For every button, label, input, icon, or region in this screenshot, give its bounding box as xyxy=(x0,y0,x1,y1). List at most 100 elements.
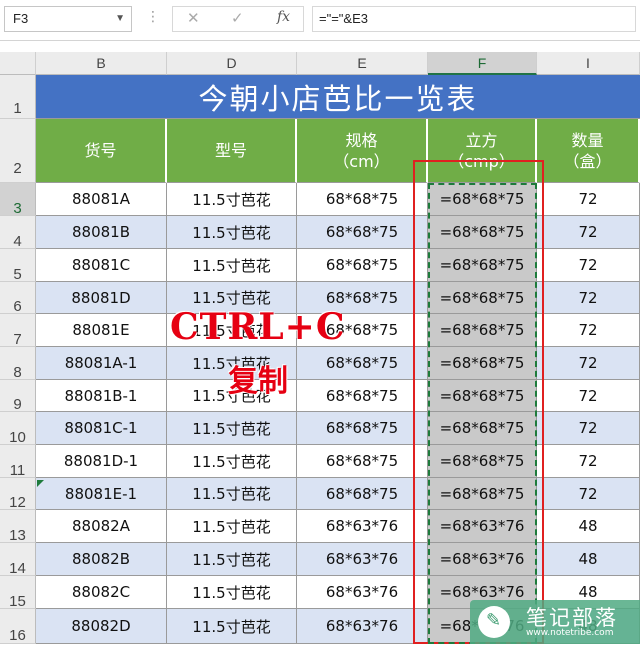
table-cell[interactable]: 11.5寸芭花 xyxy=(167,609,297,644)
table-cell[interactable]: 68*68*75 xyxy=(297,478,428,510)
table-cell[interactable]: =68*68*75 xyxy=(428,445,537,478)
table-cell[interactable]: =68*68*75 xyxy=(428,216,537,249)
row-header-10[interactable]: 10 xyxy=(0,412,36,446)
table-cell[interactable]: 11.5寸芭花 xyxy=(167,445,297,478)
table-cell[interactable]: 72 xyxy=(537,314,640,347)
table-cell[interactable]: 88081A-1 xyxy=(36,347,167,380)
formula-input[interactable]: ="="&E3 xyxy=(312,6,636,32)
table-cell[interactable]: 88081C xyxy=(36,249,167,282)
header-label: 货号 xyxy=(84,141,117,160)
table-cell[interactable]: 68*68*75 xyxy=(297,249,428,282)
row-header-13[interactable]: 13 xyxy=(0,510,36,544)
table-cell[interactable]: =68*63*76 xyxy=(428,543,537,576)
row-header-15[interactable]: 15 xyxy=(0,576,36,610)
table-cell[interactable]: =68*68*75 xyxy=(428,183,537,216)
table-cell[interactable]: 11.5寸芭花 xyxy=(167,412,297,445)
row-header-16[interactable]: 16 xyxy=(0,609,36,644)
row-header-4[interactable]: 4 xyxy=(0,216,36,250)
chevron-down-icon[interactable]: ▼ xyxy=(115,7,125,31)
table-cell[interactable]: 48 xyxy=(537,543,640,576)
column-header-b[interactable]: B xyxy=(36,52,167,75)
row-header-3[interactable]: 3 xyxy=(0,183,36,217)
table-cell[interactable]: 88081D xyxy=(36,282,167,314)
table-cell[interactable]: 11.5寸芭花 xyxy=(167,543,297,576)
table-cell[interactable]: 88081E xyxy=(36,314,167,347)
table-cell[interactable]: 68*63*76 xyxy=(297,609,428,644)
row-header-12[interactable]: 12 xyxy=(0,478,36,511)
cancel-icon[interactable]: ✕ xyxy=(187,9,200,27)
header-cell[interactable]: 立方 （cmp） xyxy=(428,119,537,183)
table-cell[interactable]: 11.5寸芭花 xyxy=(167,478,297,510)
table-cell[interactable]: 68*63*76 xyxy=(297,543,428,576)
formula-buttons: ✕ ✓ fx xyxy=(172,6,304,32)
table-cell[interactable]: 11.5寸芭花 xyxy=(167,216,297,249)
table-cell[interactable]: 72 xyxy=(537,347,640,380)
table-cell[interactable]: 88081D-1 xyxy=(36,445,167,478)
table-cell[interactable]: 88081E-1 xyxy=(36,478,167,510)
table-cell[interactable]: 68*68*75 xyxy=(297,412,428,445)
table-cell[interactable]: 48 xyxy=(537,510,640,543)
name-box[interactable]: F3 ▼ xyxy=(4,6,132,32)
table-cell[interactable]: 68*68*75 xyxy=(297,183,428,216)
column-header-d[interactable]: D xyxy=(167,52,297,75)
table-cell[interactable]: 68*68*75 xyxy=(297,380,428,412)
table-cell[interactable]: 68*68*75 xyxy=(297,347,428,380)
row-header-7[interactable]: 7 xyxy=(0,314,36,348)
header-cell[interactable]: 规格 （cm） xyxy=(297,119,428,183)
table-cell[interactable]: 11.5寸芭花 xyxy=(167,249,297,282)
watermark-url: www.notetribe.com xyxy=(526,628,614,638)
table-cell[interactable]: 72 xyxy=(537,412,640,445)
table-cell[interactable]: 11.5寸芭花 xyxy=(167,183,297,216)
table-cell[interactable]: 72 xyxy=(537,249,640,282)
table-cell[interactable]: 72 xyxy=(537,282,640,314)
check-icon[interactable]: ✓ xyxy=(231,9,244,27)
select-all-corner[interactable] xyxy=(0,52,36,75)
table-cell[interactable]: =68*68*75 xyxy=(428,412,537,445)
row-header-14[interactable]: 14 xyxy=(0,543,36,577)
row-header-1[interactable]: 1 xyxy=(0,75,36,119)
table-cell[interactable]: =68*68*75 xyxy=(428,380,537,412)
table-cell[interactable]: =68*68*75 xyxy=(428,347,537,380)
table-cell[interactable]: 68*63*76 xyxy=(297,576,428,609)
table-cell[interactable]: =68*63*76 xyxy=(428,510,537,543)
table-cell[interactable]: 68*68*75 xyxy=(297,216,428,249)
column-header-e[interactable]: E xyxy=(297,52,428,75)
annotation-shortcut: CTRL+C xyxy=(170,306,346,348)
sheet-title[interactable]: 今朝小店芭比一览表 xyxy=(36,75,640,119)
table-cell[interactable]: =68*68*75 xyxy=(428,314,537,347)
table-cell[interactable]: 11.5寸芭花 xyxy=(167,510,297,543)
row-header-8[interactable]: 8 xyxy=(0,347,36,381)
column-header-i[interactable]: I xyxy=(537,52,640,75)
table-cell[interactable]: 11.5寸芭花 xyxy=(167,576,297,609)
row-header-2[interactable]: 2 xyxy=(0,119,36,183)
table-cell[interactable]: =68*68*75 xyxy=(428,282,537,314)
table-cell[interactable]: 88082D xyxy=(36,609,167,644)
table-cell[interactable]: 88081B xyxy=(36,216,167,249)
table-cell[interactable]: 72 xyxy=(537,183,640,216)
table-cell[interactable]: 88081A xyxy=(36,183,167,216)
row-header-6[interactable]: 6 xyxy=(0,282,36,315)
row-header-9[interactable]: 9 xyxy=(0,380,36,413)
more-options-icon[interactable]: ⋮ xyxy=(146,9,160,25)
table-cell[interactable]: 88082A xyxy=(36,510,167,543)
table-cell[interactable]: 72 xyxy=(537,216,640,249)
name-box-value: F3 xyxy=(13,11,29,26)
table-cell[interactable]: =68*68*75 xyxy=(428,478,537,510)
insert-function-icon[interactable]: fx xyxy=(277,9,290,25)
table-cell[interactable]: 68*63*76 xyxy=(297,510,428,543)
row-header-5[interactable]: 5 xyxy=(0,249,36,283)
table-cell[interactable]: 88082C xyxy=(36,576,167,609)
table-cell[interactable]: 88082B xyxy=(36,543,167,576)
column-header-f[interactable]: F xyxy=(428,52,537,75)
table-cell[interactable]: 88081B-1 xyxy=(36,380,167,412)
table-cell[interactable]: 72 xyxy=(537,478,640,510)
table-cell[interactable]: 68*68*75 xyxy=(297,445,428,478)
header-cell[interactable]: 型号 xyxy=(167,119,297,183)
header-cell[interactable]: 数量 （盒） xyxy=(537,119,640,183)
header-cell[interactable]: 货号 xyxy=(36,119,167,183)
table-cell[interactable]: =68*68*75 xyxy=(428,249,537,282)
table-cell[interactable]: 72 xyxy=(537,380,640,412)
row-header-11[interactable]: 11 xyxy=(0,445,36,479)
table-cell[interactable]: 72 xyxy=(537,445,640,478)
table-cell[interactable]: 88081C-1 xyxy=(36,412,167,445)
